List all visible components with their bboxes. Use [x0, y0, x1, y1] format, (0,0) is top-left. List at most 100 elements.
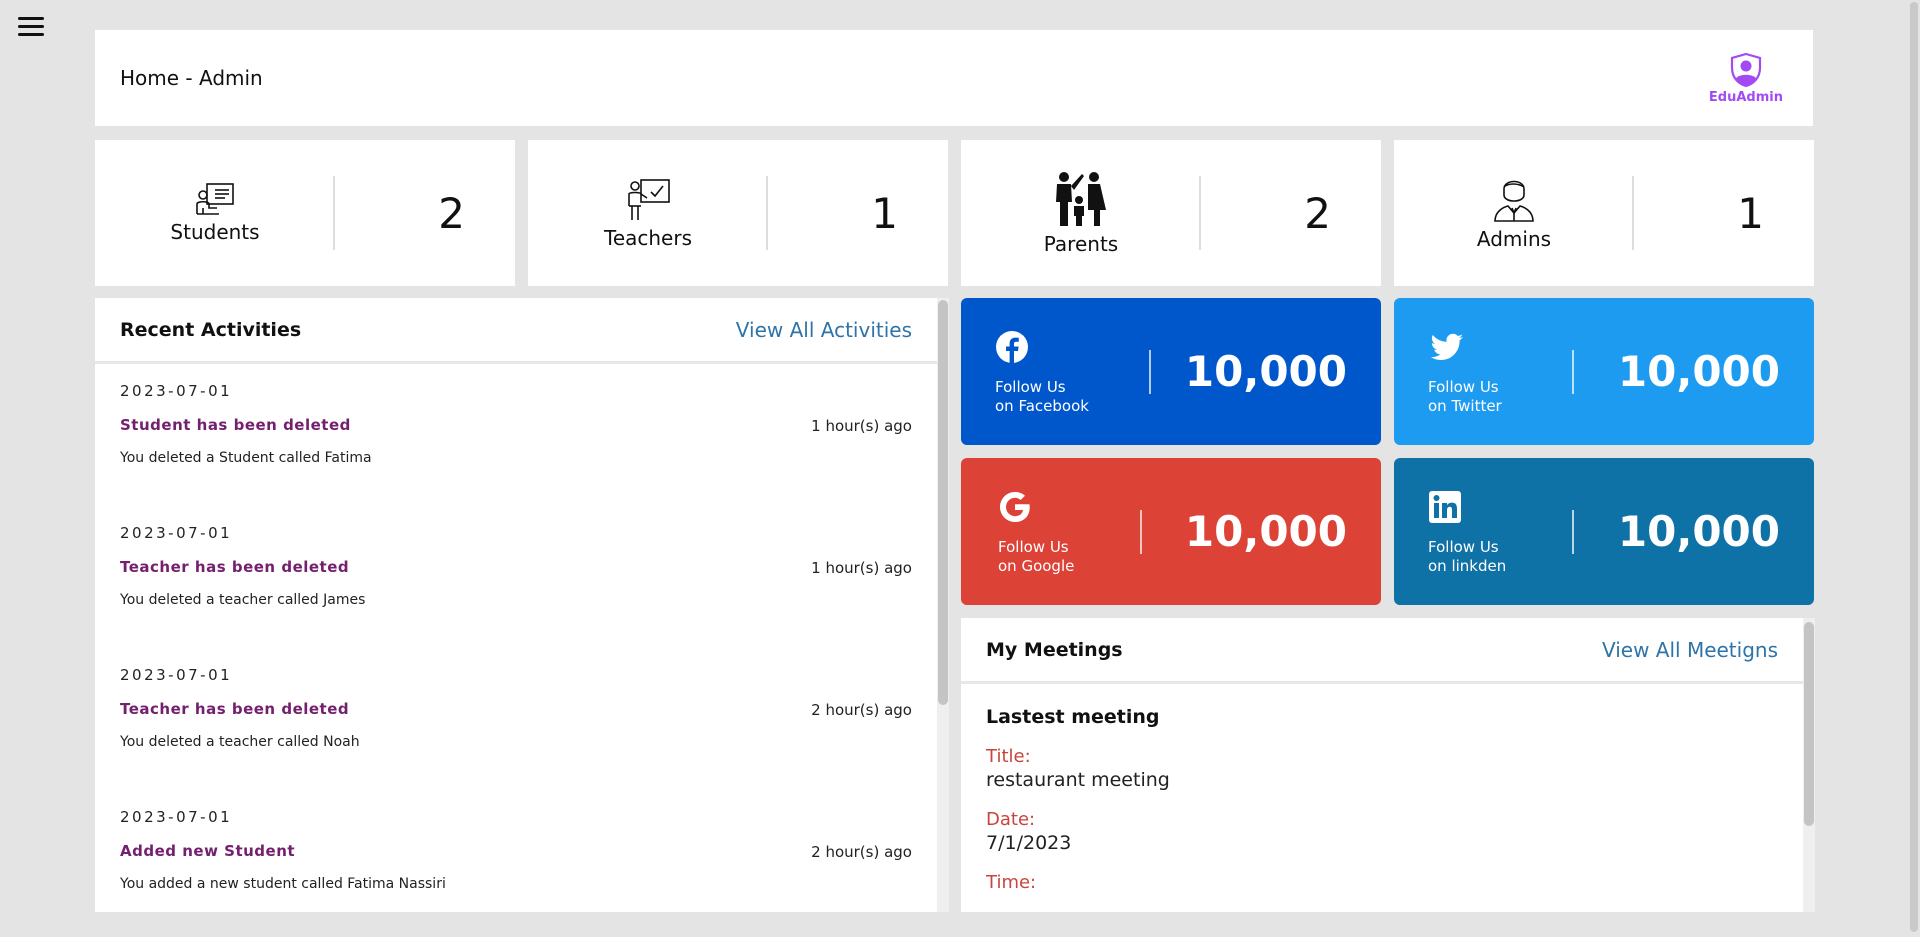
stat-card-students[interactable]: Students 2 — [95, 140, 515, 286]
google-icon — [1000, 492, 1030, 522]
activity-date: 2023-07-01 — [120, 382, 233, 400]
activity-title: Added new Student — [120, 842, 296, 860]
stat-card-admins[interactable]: Admins 1 — [1394, 140, 1814, 286]
facebook-icon — [996, 331, 1028, 363]
activity-list: 2023-07-01 Student has been deleted 1 ho… — [95, 364, 937, 912]
stat-divider — [766, 176, 768, 250]
meetings-header: My Meetings View All Meetigns — [961, 618, 1803, 684]
stat-count: 2 — [438, 188, 465, 238]
activity-item[interactable]: 2023-07-01 Added new Student 2 hour(s) a… — [120, 790, 912, 912]
activity-date: 2023-07-01 — [120, 808, 233, 826]
social-line1: Follow Us — [1428, 538, 1499, 556]
stat-card-teachers[interactable]: Teachers 1 — [528, 140, 948, 286]
stat-card-left: Teachers — [528, 140, 768, 286]
activity-title: Student has been deleted — [120, 416, 351, 434]
page-scrollbar[interactable] — [1908, 0, 1920, 937]
page-scrollbar-thumb[interactable] — [1910, 2, 1918, 932]
stat-label: Teachers — [604, 226, 692, 250]
stat-label: Students — [170, 220, 260, 244]
social-line1: Follow Us — [998, 538, 1069, 556]
activity-description: You deleted a teacher called James — [120, 592, 366, 608]
social-line2: on Google — [998, 557, 1075, 575]
hamburger-menu-icon[interactable] — [18, 14, 44, 40]
family-icon — [1056, 172, 1106, 226]
latest-meeting-heading: Lastest meeting — [986, 706, 1160, 728]
stat-count: 1 — [1737, 188, 1764, 238]
page-header: Home - Admin EduAdmin — [95, 30, 1813, 126]
student-desk-icon — [196, 183, 234, 215]
stat-label: Parents — [1043, 232, 1119, 256]
meetings-scrollbar-thumb[interactable] — [1804, 622, 1814, 826]
recent-activities-panel: Recent Activities View All Activities 20… — [95, 298, 937, 912]
activity-description: You deleted a teacher called Noah — [120, 734, 360, 750]
social-line2: on Twitter — [1428, 397, 1502, 415]
twitter-icon — [1430, 333, 1463, 360]
social-divider — [1572, 350, 1574, 394]
activities-title: Recent Activities — [120, 318, 302, 341]
shield-user-icon — [1730, 52, 1762, 87]
social-line1: Follow Us — [1428, 378, 1499, 396]
menu-line — [18, 25, 44, 28]
meeting-details: Lastest meeting Title: restaurant meetin… — [961, 706, 1803, 893]
stat-count: 2 — [1304, 188, 1331, 238]
view-all-activities-link[interactable]: View All Activities — [736, 318, 912, 342]
admin-user-icon — [1494, 180, 1534, 222]
stat-label: Admins — [1476, 227, 1552, 251]
social-card-facebook[interactable]: Follow Us on Facebook 10,000 — [961, 298, 1381, 445]
meeting-date-value: 7/1/2023 — [986, 832, 1072, 854]
stat-card-left: Parents — [961, 140, 1201, 286]
stat-card-left: Admins — [1394, 140, 1634, 286]
stat-divider — [1199, 176, 1201, 250]
social-line1: Follow Us — [995, 378, 1066, 396]
social-text: Follow Us on Google — [998, 538, 1074, 576]
meeting-time-label: Time: — [986, 872, 1037, 893]
activity-description: You deleted a Student called Fatima — [120, 450, 372, 466]
page-title: Home - Admin — [120, 66, 263, 90]
stat-card-left: Students — [95, 140, 335, 286]
activity-time: 1 hour(s) ago — [811, 559, 912, 577]
activity-description: You added a new student called Fatima Na… — [120, 876, 446, 892]
social-line2: on Facebook — [995, 397, 1089, 415]
social-count: 10,000 — [1617, 347, 1780, 396]
activity-title: Teacher has been deleted — [120, 700, 350, 718]
social-count: 10,000 — [1617, 507, 1780, 556]
activities-scrollbar[interactable] — [937, 298, 949, 912]
meeting-title-label: Title: — [986, 746, 1031, 767]
meeting-date-label: Date: — [986, 809, 1036, 830]
social-divider — [1572, 510, 1574, 554]
activity-item[interactable]: 2023-07-01 Teacher has been deleted 2 ho… — [120, 648, 912, 790]
meetings-scrollbar[interactable] — [1803, 618, 1815, 912]
menu-line — [18, 33, 44, 36]
activity-item[interactable]: 2023-07-01 Teacher has been deleted 1 ho… — [120, 506, 912, 648]
activity-time: 1 hour(s) ago — [811, 417, 912, 435]
social-line2: on linkden — [1428, 557, 1507, 575]
social-count: 10,000 — [1184, 507, 1347, 556]
activity-time: 2 hour(s) ago — [811, 843, 912, 861]
linkedin-icon — [1429, 491, 1461, 523]
activities-header: Recent Activities View All Activities — [95, 298, 937, 364]
stat-count: 1 — [871, 188, 898, 238]
social-text: Follow Us on Facebook — [995, 378, 1089, 416]
activity-time: 2 hour(s) ago — [811, 701, 912, 719]
activities-scrollbar-thumb[interactable] — [938, 300, 948, 705]
teacher-board-icon — [628, 179, 670, 220]
activity-date: 2023-07-01 — [120, 524, 233, 542]
meetings-title: My Meetings — [986, 638, 1123, 661]
meeting-title-value: restaurant meeting — [986, 769, 1170, 791]
social-text: Follow Us on Twitter — [1428, 378, 1502, 416]
activity-item[interactable]: 2023-07-01 Student has been deleted 1 ho… — [120, 364, 912, 506]
social-divider — [1140, 510, 1142, 554]
stat-card-parents[interactable]: Parents 2 — [961, 140, 1381, 286]
social-card-linkedin[interactable]: Follow Us on linkden 10,000 — [1394, 458, 1814, 605]
brand-name: EduAdmin — [1708, 89, 1783, 105]
brand-logo[interactable]: EduAdmin — [1709, 52, 1783, 105]
social-text: Follow Us on linkden — [1428, 538, 1506, 576]
social-divider — [1149, 350, 1151, 394]
stat-divider — [1632, 176, 1634, 250]
stat-divider — [333, 176, 335, 250]
social-card-twitter[interactable]: Follow Us on Twitter 10,000 — [1394, 298, 1814, 445]
menu-line — [18, 17, 44, 20]
view-all-meetings-link[interactable]: View All Meetigns — [1602, 638, 1778, 662]
social-card-google[interactable]: Follow Us on Google 10,000 — [961, 458, 1381, 605]
my-meetings-panel: My Meetings View All Meetigns Lastest me… — [961, 618, 1803, 912]
